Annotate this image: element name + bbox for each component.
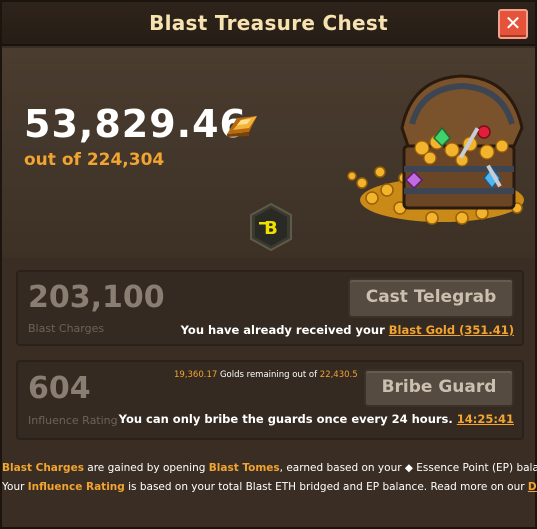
hero-section: 53,829.46 out of 224,304 B: [2, 48, 535, 258]
bribe-timer: 14:25:41: [456, 412, 514, 426]
gold-total: out of 224,304: [24, 150, 165, 170]
treasure-chest-modal: Blast Treasure Chest ✕ 53,829.46 out of …: [0, 0, 537, 529]
footer-text-4: is based on your total Blast ETH bridged…: [124, 481, 528, 493]
influence-value: 604: [28, 371, 91, 406]
footer-text-3: Your: [2, 481, 28, 493]
bribe-guard-button[interactable]: Bribe Guard: [364, 369, 514, 407]
influence-panel: 604 Influence Rating 19,360.17 Golds rem…: [16, 360, 524, 440]
docs-link[interactable]: Docs: [528, 481, 537, 493]
footer-blast-tomes: Blast Tomes: [208, 462, 280, 474]
golds-remaining-value: 19,360.17: [174, 370, 218, 380]
gold-amount: 53,829.46: [24, 102, 247, 146]
footer-line-2: Your Influence Rating is based on your t…: [2, 481, 537, 493]
golds-remaining-total: 22,430.5: [319, 370, 358, 380]
blast-charges-panel: 203,100 Blast Charges Cast Telegrab You …: [16, 270, 524, 346]
modal-title: Blast Treasure Chest: [149, 11, 388, 35]
blast-charges-value: 203,100: [28, 280, 165, 315]
influence-label: Influence Rating: [28, 414, 118, 427]
blast-gold-link[interactable]: Blast Gold (351.41): [389, 323, 514, 337]
gold-bar-icon: [227, 116, 257, 137]
footer-blast-charges: Blast Charges: [2, 462, 84, 474]
telegrab-note-text: You have already received your: [180, 323, 389, 337]
svg-text:B: B: [264, 218, 278, 239]
footer-influence-rating: Influence Rating: [27, 481, 125, 493]
footer-text-2: , earned based on your ◆ Essence Point (…: [279, 462, 537, 474]
title-bar: Blast Treasure Chest ✕: [2, 2, 535, 46]
telegrab-note: You have already received your Blast Gol…: [181, 323, 514, 337]
blast-charges-label: Blast Charges: [28, 322, 105, 335]
golds-remaining-text: Golds remaining out of: [217, 370, 320, 380]
footer-line-1: Blast Charges are gained by opening Blas…: [2, 462, 537, 474]
footer-text-1: are gained by opening: [83, 462, 209, 474]
close-button[interactable]: ✕: [498, 9, 528, 39]
cast-telegrab-button[interactable]: Cast Telegrab: [348, 278, 514, 318]
bribe-note-text: You can only bribe the guards once every…: [118, 412, 457, 426]
blast-logo-icon: B: [250, 202, 292, 252]
treasure-chest-icon: [347, 74, 524, 225]
bribe-note: You can only bribe the guards once every…: [119, 412, 514, 426]
close-icon: ✕: [504, 11, 522, 35]
golds-remaining: 19,360.17 Golds remaining out of 22,430.…: [174, 370, 358, 380]
